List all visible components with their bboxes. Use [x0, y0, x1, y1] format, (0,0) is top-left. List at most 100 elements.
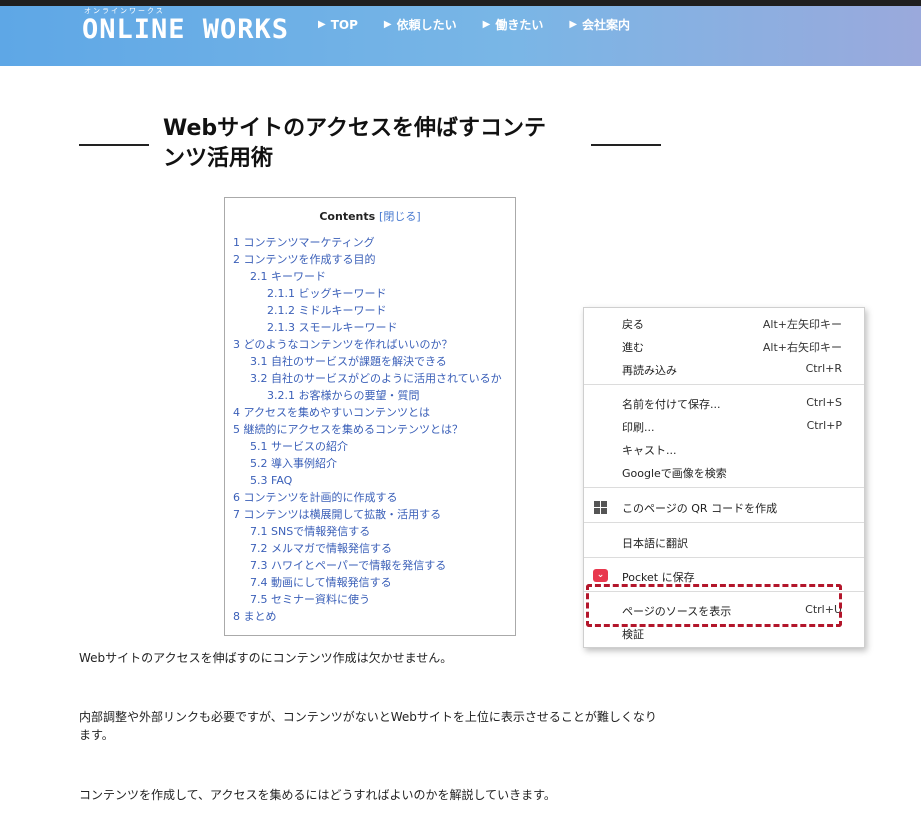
- triangle-right-icon: ▶: [318, 19, 326, 30]
- toc-item[interactable]: 7.3 ハワイとペーパーで情報を発信する: [233, 557, 513, 574]
- toc-item-number: 3.1: [250, 355, 268, 368]
- triangle-right-icon: ▶: [569, 19, 578, 30]
- menu-item-cast[interactable]: キャスト...: [584, 438, 864, 460]
- menu-item-label: このページの QR コードを作成: [622, 502, 778, 515]
- toc-item-number: 2.1: [250, 270, 268, 283]
- menu-item-forward[interactable]: 進む Alt+右矢印キー: [584, 335, 864, 357]
- menu-item-back[interactable]: 戻る Alt+左矢印キー: [584, 312, 864, 334]
- toc-item-label: FAQ: [271, 474, 293, 487]
- toc-item-label: サービスの紹介: [271, 440, 348, 453]
- table-of-contents: Contents [閉じる] 1 コンテンツマーケティング 2 コンテンツを作成す…: [224, 197, 516, 636]
- toc-item-label: どのようなコンテンツを作ればいいのか？: [243, 338, 453, 351]
- toc-item[interactable]: 7.2 メルマガで情報発信する: [233, 540, 513, 557]
- menu-item-label: Googleで画像を検索: [622, 467, 727, 480]
- menu-separator: [584, 557, 864, 558]
- title-decoration-right: [591, 144, 661, 146]
- toc-item-label: コンテンツマーケティング: [243, 236, 375, 249]
- toc-item[interactable]: 7.4 動画にして情報発信する: [233, 574, 513, 591]
- toc-item[interactable]: 3.2.1 お客様からの要望・質問: [233, 387, 513, 404]
- toc-item-label: 動画にして情報発信する: [271, 576, 392, 589]
- triangle-right-icon: ▶: [383, 19, 392, 30]
- toc-item-number: 7: [233, 508, 240, 521]
- view-source-highlight-box: [586, 584, 842, 627]
- menu-item-label: 日本語に翻訳: [622, 537, 688, 550]
- toc-item-number: 2.1.3: [267, 321, 295, 334]
- paragraph-outline: コンテンツを作成して、アクセスを集めるにはどうすればよいのかを解説していきます。: [79, 788, 556, 802]
- menu-item-save-as[interactable]: 名前を付けて保存... Ctrl+S: [584, 392, 864, 414]
- toc-item-number: 8: [233, 610, 240, 623]
- toc-item-label: アクセスを集めやすいコンテンツとは: [243, 406, 430, 419]
- site-logo[interactable]: ONLINE WORKS: [82, 14, 289, 45]
- toc-item-number: 7.1: [250, 525, 268, 538]
- nav-item-label: 依頼したい: [396, 18, 457, 32]
- nav-item-request[interactable]: ▶ 依頼したい: [384, 16, 457, 33]
- toc-item-number: 7.4: [250, 576, 268, 589]
- nav-item-top[interactable]: ▶ TOP: [318, 16, 358, 33]
- paragraph-seo-line2: ます。: [79, 728, 114, 742]
- toc-item-label: コンテンツを計画的に作成する: [243, 491, 398, 504]
- toc-item-label: コンテンツは横展開して拡散・活用する: [243, 508, 442, 521]
- nav-item-company[interactable]: ▶ 会社案内: [569, 16, 630, 33]
- toc-item[interactable]: 7.1 SNSで情報発信する: [233, 523, 513, 540]
- toc-item-number: 3.2.1: [267, 389, 295, 402]
- toc-item[interactable]: 3.1 自社のサービスが課題を解決できる: [233, 353, 513, 370]
- toc-item[interactable]: 2.1 キーワード: [233, 268, 513, 285]
- toc-item[interactable]: 1 コンテンツマーケティング: [233, 234, 513, 251]
- paragraph-seo: 内部調整や外部リンクも必要ですが、コンテンツがないとWebサイトを上位に表示させ…: [79, 708, 657, 744]
- menu-item-label: Pocket に保存: [622, 571, 695, 584]
- toc-item[interactable]: 3 どのようなコンテンツを作ればいいのか？: [233, 336, 513, 353]
- menu-item-label: 進む: [622, 341, 644, 354]
- menu-separator: [584, 384, 864, 385]
- toc-item[interactable]: 7.5 セミナー資料に使う: [233, 591, 513, 608]
- toc-item[interactable]: 5.2 導入事例紹介: [233, 455, 513, 472]
- toc-item-label: 導入事例紹介: [271, 457, 337, 470]
- toc-item[interactable]: 3.2 自社のサービスがどのように活用されているか: [233, 370, 513, 387]
- paragraph-intro: Webサイトのアクセスを伸ばすのにコンテンツ作成は欠かせません。: [79, 651, 453, 665]
- nav-item-work[interactable]: ▶ 働きたい: [483, 16, 544, 33]
- toc-item-label: お客様からの要望・質問: [298, 389, 420, 402]
- toc-item-number: 4: [233, 406, 240, 419]
- page-title-line1: Webサイトのアクセスを伸ばすコンテ: [163, 116, 547, 141]
- toc-item[interactable]: 6 コンテンツを計画的に作成する: [233, 489, 513, 506]
- menu-item-label: 検証: [622, 628, 644, 641]
- menu-item-google-image-search[interactable]: Googleで画像を検索: [584, 461, 864, 483]
- toc-item-number: 3: [233, 338, 240, 351]
- toc-item[interactable]: 2.1.3 スモールキーワード: [233, 319, 513, 336]
- page-title: Webサイトのアクセスを伸ばすコンテ ンツ活用術: [163, 114, 583, 174]
- toc-item[interactable]: 4 アクセスを集めやすいコンテンツとは: [233, 404, 513, 421]
- nav-item-label: 会社案内: [582, 18, 631, 32]
- toc-item[interactable]: 2.1.1 ビッグキーワード: [233, 285, 513, 302]
- toc-item-label: ミドルキーワード: [298, 304, 387, 317]
- toc-item-number: 5: [233, 423, 240, 436]
- toc-item-label: キーワード: [271, 270, 326, 283]
- nav-item-label: TOP: [330, 17, 358, 32]
- toc-item[interactable]: 7 コンテンツは横展開して拡散・活用する: [233, 506, 513, 523]
- toc-item-label: 自社のサービスが課題を解決できる: [271, 355, 447, 368]
- toc-item-number: 5.3: [250, 474, 268, 487]
- toc-toggle-link[interactable]: [閉じる]: [379, 210, 421, 223]
- toc-item[interactable]: 5.3 FAQ: [233, 472, 513, 489]
- toc-item-number: 7.5: [250, 593, 268, 606]
- toc-title: Contents: [319, 210, 376, 223]
- menu-item-print[interactable]: 印刷... Ctrl+P: [584, 415, 864, 437]
- toc-item[interactable]: 5.1 サービスの紹介: [233, 438, 513, 455]
- toc-item[interactable]: 2 コンテンツを作成する目的: [233, 251, 513, 268]
- pocket-icon: ⌄: [593, 569, 608, 582]
- toc-item[interactable]: 8 まとめ: [233, 608, 513, 625]
- toc-item-number: 5.1: [250, 440, 268, 453]
- nav-item-label: 働きたい: [495, 18, 544, 32]
- page-title-line2: ンツ活用術: [163, 146, 274, 171]
- menu-item-shortcut: Ctrl+S: [806, 396, 842, 409]
- menu-item-translate[interactable]: 日本語に翻訳: [584, 531, 864, 553]
- toc-item-number: 2: [233, 253, 240, 266]
- menu-item-qr-code[interactable]: このページの QR コードを作成: [584, 496, 864, 518]
- toc-item-label: 自社のサービスがどのように活用されているか: [271, 372, 502, 385]
- toc-heading: Contents [閉じる]: [225, 208, 515, 224]
- qr-code-icon: [594, 501, 607, 514]
- toc-item[interactable]: 2.1.2 ミドルキーワード: [233, 302, 513, 319]
- toc-item-label: SNSで情報発信する: [271, 525, 371, 538]
- menu-item-reload[interactable]: 再読み込み Ctrl+R: [584, 358, 864, 380]
- toc-item-label: メルマガで情報発信する: [271, 542, 392, 555]
- toc-item[interactable]: 5 継続的にアクセスを集めるコンテンツとは？: [233, 421, 513, 438]
- triangle-right-icon: ▶: [482, 19, 491, 30]
